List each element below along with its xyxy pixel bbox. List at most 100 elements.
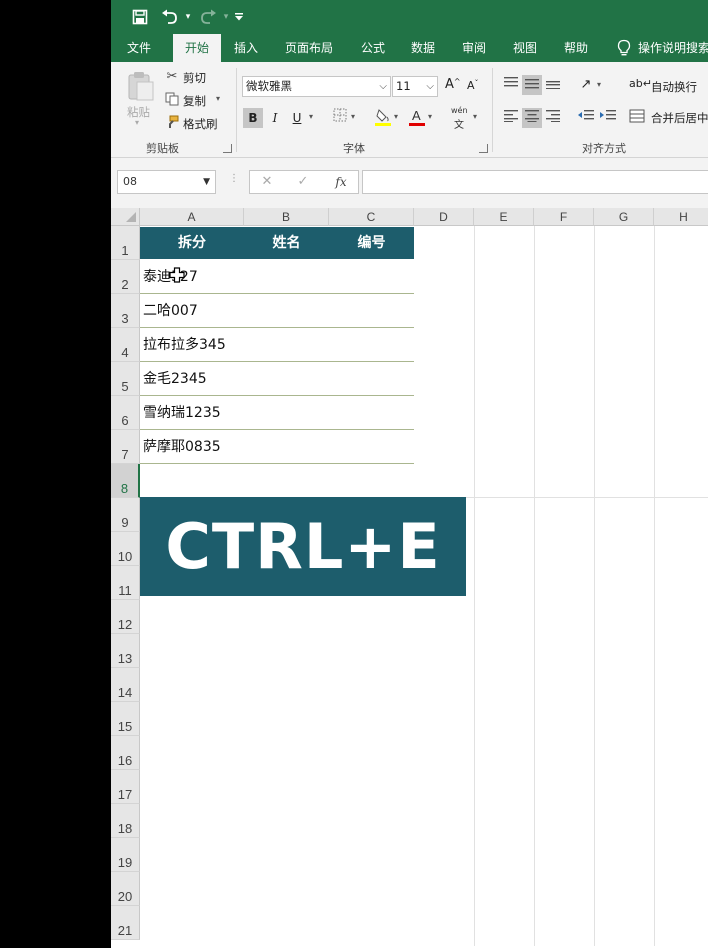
grow-font-button[interactable]: A^	[445, 77, 461, 92]
tab-file[interactable]: 文件	[122, 34, 156, 62]
column-header-d[interactable]: D	[414, 208, 474, 226]
borders-icon[interactable]	[330, 108, 350, 128]
column-header-g[interactable]: G	[594, 208, 654, 226]
orientation-icon[interactable]: ↗	[576, 75, 596, 95]
fill-color-dropdown-icon[interactable]: ▾	[394, 112, 398, 121]
tab-page-layout[interactable]: 页面布局	[280, 34, 338, 62]
column-header-e[interactable]: E	[474, 208, 534, 226]
table-cell[interactable]: 雪纳瑞1235	[140, 396, 414, 430]
align-bottom-icon[interactable]	[543, 75, 563, 95]
align-left-icon[interactable]	[501, 108, 521, 128]
fill-color-icon[interactable]	[373, 108, 393, 128]
cut-button[interactable]: 剪切	[183, 70, 206, 86]
font-name-select[interactable]: 微软雅黑 ⌵	[242, 76, 391, 97]
row-header[interactable]: 15	[111, 702, 140, 736]
table-header-number[interactable]: 编号	[329, 227, 414, 259]
row-header[interactable]: 19	[111, 838, 140, 872]
formula-bar: 08 ▼ ⋮ ✕ ✓ fx	[111, 158, 708, 208]
wrap-text-button[interactable]: 自动换行	[651, 79, 697, 95]
row-header[interactable]: 2	[111, 260, 140, 294]
table-header-name[interactable]: 姓名	[244, 227, 329, 259]
merge-center-button[interactable]: 合并后居中	[651, 110, 708, 126]
formula-input[interactable]	[362, 170, 708, 194]
decrease-indent-icon[interactable]	[576, 108, 596, 128]
table-cell[interactable]: 二哈007	[140, 294, 414, 328]
row-header[interactable]: 13	[111, 634, 140, 668]
undo-dropdown-icon[interactable]: ▾	[183, 6, 193, 28]
row-header[interactable]: 21	[111, 906, 140, 940]
table-cell[interactable]: 萨摩耶0835	[140, 430, 414, 464]
column-header-h[interactable]: H	[654, 208, 708, 226]
row-header[interactable]: 3	[111, 294, 140, 328]
tab-review[interactable]: 审阅	[457, 34, 491, 62]
row-header[interactable]: 4	[111, 328, 140, 362]
font-launcher-icon[interactable]	[479, 144, 488, 153]
column-header-c[interactable]: C	[329, 208, 414, 226]
undo-icon[interactable]	[159, 6, 181, 28]
column-header-a[interactable]: A	[140, 208, 244, 226]
insert-function-icon[interactable]: fx	[328, 171, 354, 193]
align-right-icon[interactable]	[543, 108, 563, 128]
redo-icon[interactable]	[197, 6, 219, 28]
table-header-split[interactable]: 拆分	[140, 227, 244, 259]
underline-dropdown-icon[interactable]: ▾	[309, 112, 313, 121]
row-header-selected[interactable]: 8	[111, 464, 140, 498]
row-header[interactable]: 7	[111, 430, 140, 464]
column-header-b[interactable]: B	[244, 208, 329, 226]
tell-me-search[interactable]: 操作说明搜索	[638, 34, 708, 62]
table-cell[interactable]: 拉布拉多345	[140, 328, 414, 362]
tab-view[interactable]: 视图	[508, 34, 542, 62]
save-icon[interactable]	[130, 6, 150, 28]
increase-indent-icon[interactable]	[598, 108, 618, 128]
clipboard-group-label: 剪贴板	[146, 142, 179, 155]
row-header[interactable]: 9	[111, 498, 140, 532]
tab-insert[interactable]: 插入	[229, 34, 263, 62]
row-header[interactable]: 11	[111, 566, 140, 600]
row-header[interactable]: 20	[111, 872, 140, 906]
tab-data[interactable]: 数据	[406, 34, 440, 62]
ribbon-home: 粘贴 ▾ ✂ 剪切 复制 ▾ 格式刷 剪贴板 微软雅黑 ⌵ 11 ⌵ A^ Aˇ B…	[111, 62, 708, 158]
shortcut-banner: CTRL+E	[140, 497, 466, 596]
phonetic-dropdown-icon[interactable]: ▾	[473, 112, 477, 121]
column-header-f[interactable]: F	[534, 208, 594, 226]
row-header[interactable]: 6	[111, 396, 140, 430]
clipboard-launcher-icon[interactable]	[223, 144, 232, 153]
orientation-dropdown-icon[interactable]: ▾	[597, 80, 601, 89]
paste-icon[interactable]	[124, 70, 156, 102]
tab-help[interactable]: 帮助	[559, 34, 593, 62]
align-top-icon[interactable]	[501, 75, 521, 95]
row-header[interactable]: 1	[111, 226, 140, 260]
row-header[interactable]: 18	[111, 804, 140, 838]
bold-button[interactable]: B	[243, 108, 263, 128]
font-color-icon[interactable]: A	[407, 108, 427, 128]
format-painter-button[interactable]: 格式刷	[183, 116, 218, 132]
row-header[interactable]: 10	[111, 532, 140, 566]
row-header[interactable]: 5	[111, 362, 140, 396]
row-header[interactable]: 12	[111, 600, 140, 634]
cancel-icon[interactable]: ✕	[254, 171, 280, 193]
shrink-font-button[interactable]: Aˇ	[467, 79, 479, 92]
copy-button[interactable]: 复制	[183, 93, 206, 109]
font-size-select[interactable]: 11 ⌵	[392, 76, 438, 97]
row-header[interactable]: 16	[111, 736, 140, 770]
quick-access-toolbar: ▾ ▾	[111, 0, 708, 34]
tab-formulas[interactable]: 公式	[356, 34, 390, 62]
underline-button[interactable]: U	[287, 108, 307, 128]
row-header[interactable]: 17	[111, 770, 140, 804]
align-center-icon[interactable]	[522, 108, 542, 128]
phonetic-guide-button[interactable]: 文	[454, 116, 464, 131]
table-cell[interactable]: 金毛2345	[140, 362, 414, 396]
paste-dropdown-icon[interactable]: ▾	[135, 118, 139, 127]
redo-dropdown-icon[interactable]: ▾	[221, 6, 231, 28]
select-all-button[interactable]	[111, 208, 140, 226]
borders-dropdown-icon[interactable]: ▾	[351, 112, 355, 121]
italic-button[interactable]: I	[265, 108, 285, 128]
font-color-dropdown-icon[interactable]: ▾	[428, 112, 432, 121]
name-box[interactable]: 08 ▼	[117, 170, 216, 194]
customize-qat-icon[interactable]	[232, 6, 246, 28]
enter-icon[interactable]: ✓	[290, 171, 316, 193]
tab-home[interactable]: 开始	[173, 34, 221, 62]
row-header[interactable]: 14	[111, 668, 140, 702]
copy-dropdown-icon[interactable]: ▾	[216, 94, 220, 103]
align-middle-icon[interactable]	[522, 75, 542, 95]
